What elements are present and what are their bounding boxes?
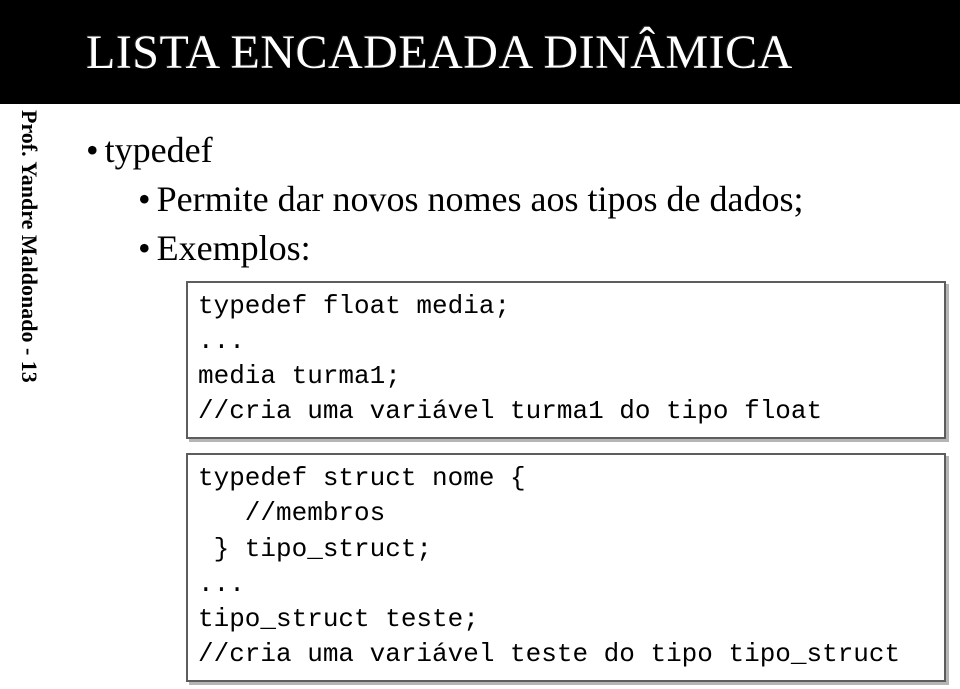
code2-line1: typedef struct nome { — [198, 463, 526, 493]
bullet-permite-text: Permite dar novos nomes aos tipos de dad… — [157, 177, 804, 222]
title-bar: LISTA ENCADEADA DINÂMICA — [0, 0, 960, 104]
slide-page: LISTA ENCADEADA DINÂMICA Prof. Yandre Ma… — [0, 0, 960, 689]
code2-line4: ... — [198, 569, 245, 599]
bullet-exemplos: • Exemplos: — [138, 226, 930, 271]
bullet-dot: • — [138, 177, 151, 222]
code1-line2: ... — [198, 326, 245, 356]
indent-block: • Permite dar novos nomes aos tipos de d… — [86, 177, 930, 271]
bullet-typedef-text: typedef — [105, 128, 213, 173]
bullet-dot: • — [86, 128, 99, 173]
code2-line5: tipo_struct teste; — [198, 604, 479, 634]
slide-content: • typedef • Permite dar novos nomes aos … — [56, 104, 960, 689]
sidebar-label: Prof. Yandre Maldonado - 13 — [4, 110, 54, 470]
code1-line3: media turma1; — [198, 361, 401, 391]
bullet-typedef: • typedef — [86, 128, 930, 173]
slide-title: LISTA ENCADEADA DINÂMICA — [86, 25, 793, 80]
code2-line6: //cria uma variável teste do tipo tipo_s… — [198, 639, 900, 669]
code1-line1: typedef float media; — [198, 291, 510, 321]
code2-line3: } tipo_struct; — [198, 534, 432, 564]
code-box-2: typedef struct nome { //membros } tipo_s… — [186, 453, 946, 682]
bullet-dot: • — [138, 226, 151, 271]
code1-line4: //cria uma variável turma1 do tipo float — [198, 396, 822, 426]
bullet-exemplos-text: Exemplos: — [157, 226, 311, 271]
code2-line2: //membros — [198, 498, 385, 528]
code-box-1: typedef float media; ... media turma1; /… — [186, 281, 946, 439]
bullet-permite: • Permite dar novos nomes aos tipos de d… — [138, 177, 930, 222]
sidebar-text: Prof. Yandre Maldonado - 13 — [16, 110, 42, 383]
